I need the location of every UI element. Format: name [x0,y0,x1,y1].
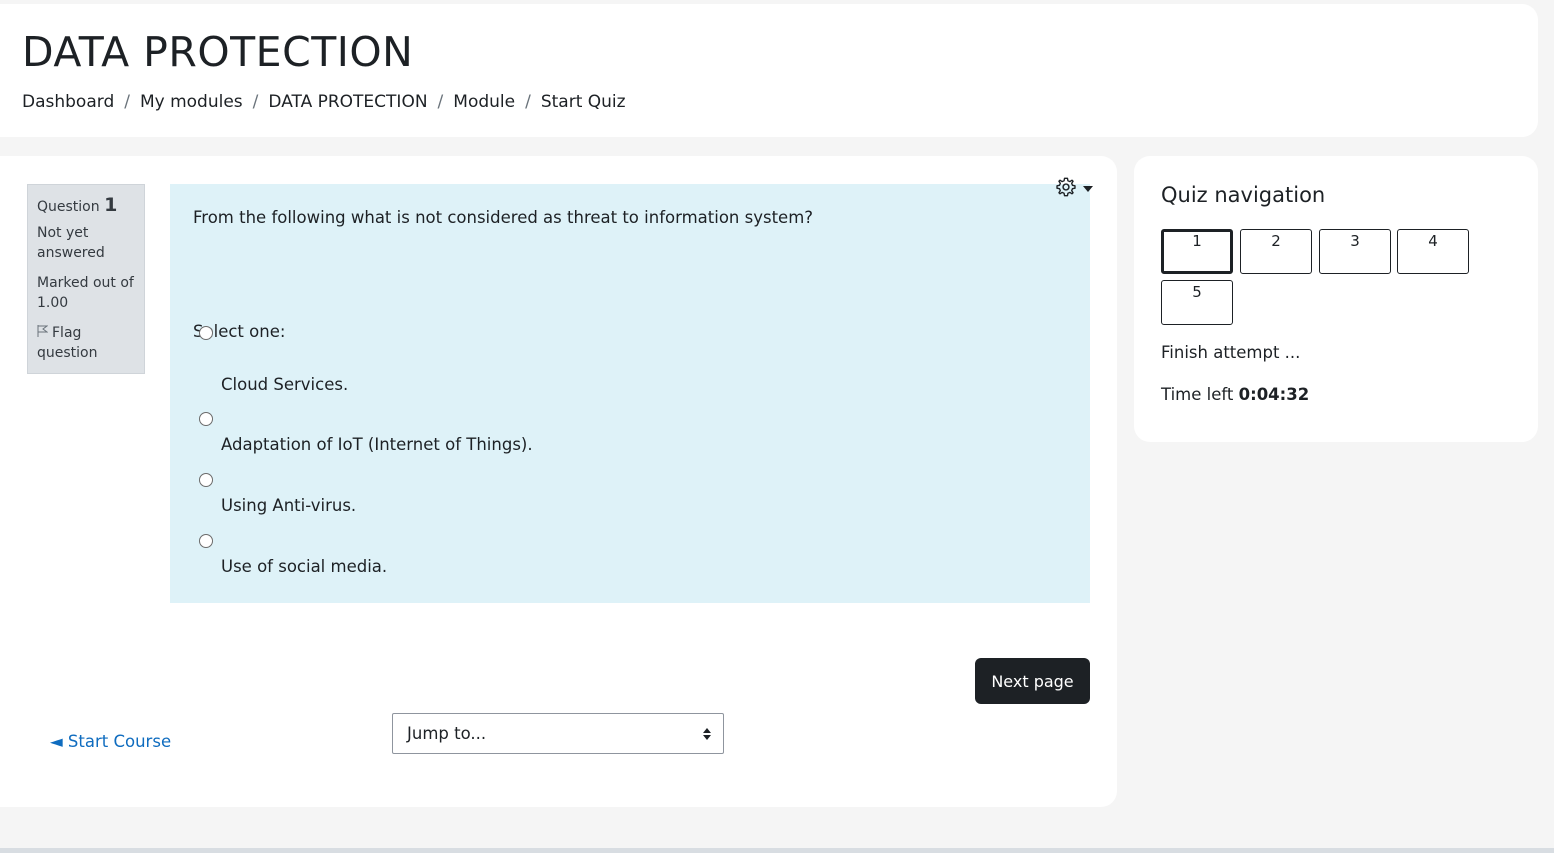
flag-question-button[interactable]: Flag question [37,323,135,363]
quiz-nav-button-3[interactable]: 3 [1319,229,1391,274]
quiz-navigation-block: Quiz navigation 1 2 3 4 5 Finish attempt… [1134,156,1538,442]
flag-icon [37,323,49,343]
time-left-value: 0:04:32 [1238,385,1310,404]
question-label: Question [37,199,100,215]
question-number-line: Question 1 [37,195,135,217]
answer-radio-3[interactable] [199,473,213,487]
next-page-button[interactable]: Next page [975,658,1090,704]
question-content: From the following what is not considere… [170,184,1090,603]
start-course-link[interactable]: ◄ Start Course [50,732,171,751]
quiz-nav-button-2[interactable]: 2 [1240,229,1312,274]
question-number: 1 [104,194,118,216]
quiz-nav-button-1[interactable]: 1 [1161,229,1233,274]
caret-down-icon [1083,186,1093,192]
page-title: DATA PROTECTION [22,28,414,76]
question-settings-menu[interactable] [1055,176,1101,202]
question-state: Not yet answered [37,225,105,261]
answer-radio-4[interactable] [199,534,213,548]
breadcrumb-separator: / [437,92,444,112]
answer-radio-2[interactable] [199,412,213,426]
time-left-label: Time left [1161,385,1234,404]
answer-radio-1[interactable] [199,326,213,340]
time-left: Time left 0:04:32 [1161,385,1309,404]
jump-to-select[interactable]: Jump to... [392,713,724,754]
page-header: DATA PROTECTION Dashboard / My modules /… [0,4,1538,137]
question-grade: Marked out of 1.00 [37,275,134,311]
select-arrows-icon [703,727,711,740]
breadcrumb-separator: / [124,92,130,112]
footer-divider [0,848,1554,853]
quiz-main-region: Question 1 Not yet answered Marked out o… [0,156,1117,807]
gear-icon [1055,176,1077,202]
breadcrumb-separator: / [252,92,259,112]
quiz-nav-button-4[interactable]: 4 [1397,229,1469,274]
jump-to-value: Jump to... [407,724,487,743]
breadcrumb-course[interactable]: DATA PROTECTION [268,92,427,112]
quiz-nav-button-5[interactable]: 5 [1161,280,1233,325]
question-text: From the following what is not considere… [193,208,814,227]
breadcrumb-start-quiz[interactable]: Start Quiz [541,92,626,112]
answer-label-3[interactable]: Using Anti-virus. [221,496,356,515]
breadcrumb-dashboard[interactable]: Dashboard [22,92,114,112]
breadcrumb: Dashboard / My modules / DATA PROTECTION… [22,92,626,112]
quiz-navigation-title: Quiz navigation [1161,183,1326,207]
breadcrumb-module[interactable]: Module [453,92,515,112]
breadcrumb-separator: / [525,92,531,112]
answer-label-4[interactable]: Use of social media. [221,557,387,576]
answer-label-1[interactable]: Cloud Services. [221,375,348,394]
question-info: Question 1 Not yet answered Marked out o… [27,184,145,374]
finish-attempt-link[interactable]: Finish attempt ... [1161,343,1300,362]
answer-label-2[interactable]: Adaptation of IoT (Internet of Things). [221,435,533,454]
breadcrumb-my-modules[interactable]: My modules [140,92,243,112]
